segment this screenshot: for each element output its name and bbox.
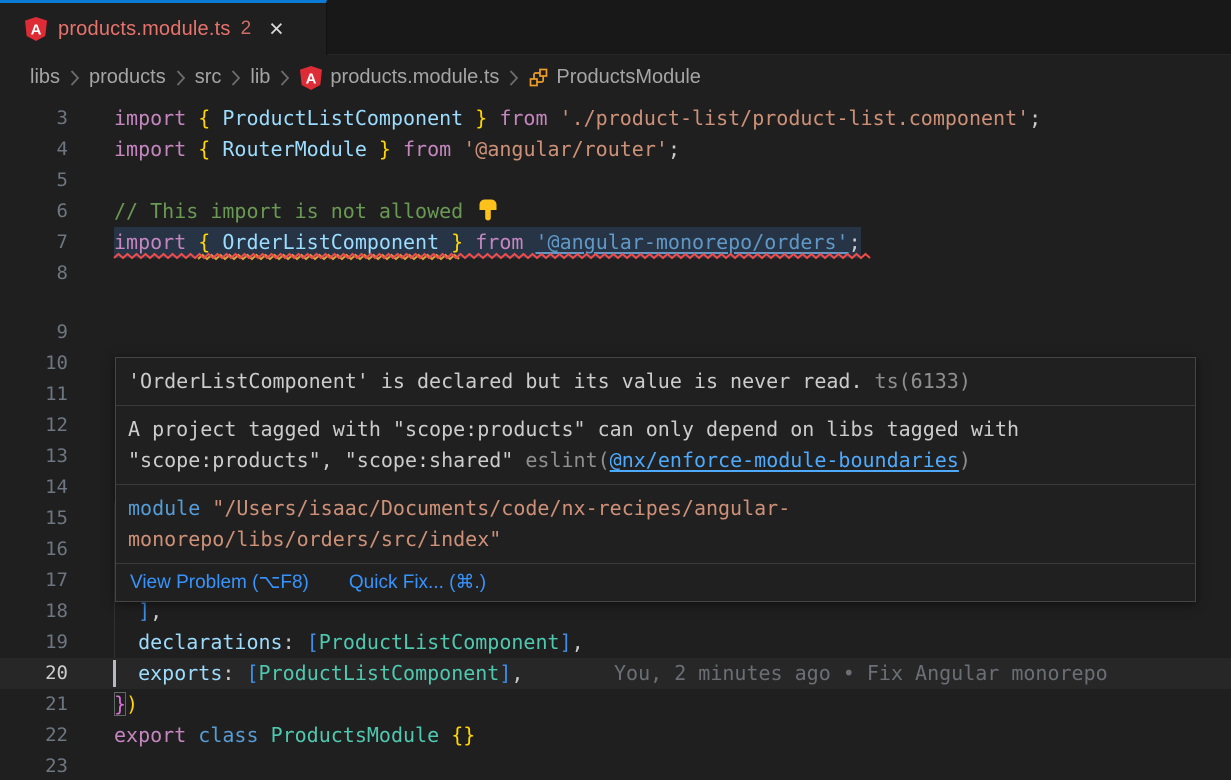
line-number: 13 [0, 441, 68, 472]
code-line-23[interactable]: 23 [0, 751, 1231, 780]
breadcrumb-item-src[interactable]: src [195, 66, 222, 89]
line-number: 18 [0, 596, 68, 627]
chevron-right-icon [230, 69, 241, 87]
empty-tab-area [328, 0, 1231, 55]
line-number: 22 [0, 720, 68, 751]
breadcrumb-item-lib[interactable]: lib [250, 66, 270, 89]
code-line-6[interactable]: 6 // This import is not allowed [0, 196, 1231, 227]
code-text: }) [114, 689, 138, 720]
close-icon[interactable]: × [269, 19, 284, 39]
pointing-down-emoji [477, 198, 499, 222]
svg-text:A: A [31, 22, 42, 39]
angular-icon: A [299, 65, 323, 91]
code-line-8[interactable]: 8 [0, 258, 1231, 289]
breadcrumb-item-productsmodule[interactable]: ProductsModule [528, 66, 701, 89]
breadcrumb: libs products src lib Aproducts.module.ts Pro… [0, 55, 1231, 100]
code-editor[interactable]: 3 import { ProductListComponent } from '.… [0, 100, 1231, 780]
code-text: declarations: [ProductListComponent], [114, 627, 584, 658]
breadcrumb-item-libs[interactable]: libs [30, 66, 60, 89]
code-line-4[interactable]: 4 import { RouterModule } from '@angular/… [0, 134, 1231, 165]
hover-message-1: 'OrderListComponent' is declared but its… [116, 358, 1195, 405]
line-number: 20 [0, 658, 68, 689]
tab-strip: A products.module.ts 2 × [0, 0, 1231, 55]
chevron-right-icon [508, 69, 519, 87]
code-text: export class ProductsModule {} [114, 720, 475, 751]
tab-products-module[interactable]: A products.module.ts 2 × [0, 0, 327, 55]
git-blame-annotation: You, 2 minutes ago • Fix Angular monorep… [614, 658, 1108, 689]
hover-message-2: A project tagged with "scope:products" c… [116, 405, 1195, 484]
line-number: 15 [0, 503, 68, 534]
code-text: exports: [ProductListComponent], [114, 658, 523, 689]
chevron-right-icon [279, 69, 290, 87]
code-line-22[interactable]: 22 export class ProductsModule {} [0, 720, 1231, 751]
hover-tooltip: 'OrderListComponent' is declared but its… [115, 357, 1196, 602]
view-problem-action[interactable]: View Problem (⌥F8) [130, 571, 309, 594]
line-number: 3 [0, 103, 68, 134]
tab-problems-badge: 2 [241, 18, 252, 40]
class-icon [528, 67, 549, 88]
angular-file-icon: A [24, 16, 48, 42]
code-line-19[interactable]: 19 declarations: [ProductListComponent], [0, 627, 1231, 658]
line-number: 17 [0, 565, 68, 596]
line-number: 4 [0, 134, 68, 165]
code-line-7[interactable]: 7import { OrderListComponent } from '@an… [0, 227, 1231, 258]
line-number: 16 [0, 534, 68, 565]
line-number: 23 [0, 751, 68, 780]
line-number: 19 [0, 627, 68, 658]
text-cursor [113, 660, 116, 687]
line-number: 6 [0, 196, 68, 227]
code-line-21[interactable]: 21}) [0, 689, 1231, 720]
code-text: import { RouterModule } from '@angular/r… [114, 134, 680, 165]
code-line-20[interactable]: 20 exports: [ProductListComponent], You, … [0, 658, 1231, 689]
line-number: 9 [0, 317, 68, 348]
code-line-3[interactable]: 3 import { ProductListComponent } from '.… [0, 103, 1231, 134]
line-number: 12 [0, 410, 68, 441]
breadcrumb-item-products[interactable]: products [89, 66, 166, 89]
line-number: 21 [0, 689, 68, 720]
line-number: 10 [0, 348, 68, 379]
quick-fix-action[interactable]: Quick Fix... (⌘.) [349, 571, 486, 594]
code-text: import { ProductListComponent } from './… [114, 103, 1041, 134]
line-number: 14 [0, 472, 68, 503]
code-line-5[interactable]: 5 [0, 165, 1231, 196]
hover-covered-gap [0, 289, 1231, 317]
hover-message-3: module "/Users/isaac/Documents/code/nx-r… [116, 484, 1195, 563]
line-number: 7 [0, 227, 68, 258]
tab-title: products.module.ts [58, 18, 231, 41]
line-number: 5 [0, 165, 68, 196]
line-number: 11 [0, 379, 68, 410]
svg-text:A: A [306, 70, 317, 87]
code-line-9[interactable]: 9 [0, 317, 1231, 348]
breadcrumb-item-products-module-ts[interactable]: Aproducts.module.ts [299, 65, 499, 91]
code-text: // This import is not allowed [114, 196, 499, 227]
line-number: 8 [0, 258, 68, 289]
chevron-right-icon [175, 69, 186, 87]
chevron-right-icon [69, 69, 80, 87]
hover-status-bar: View Problem (⌥F8) Quick Fix... (⌘.) [116, 563, 1195, 601]
eslint-rule-link[interactable]: @nx/enforce-module-boundaries [610, 448, 959, 472]
